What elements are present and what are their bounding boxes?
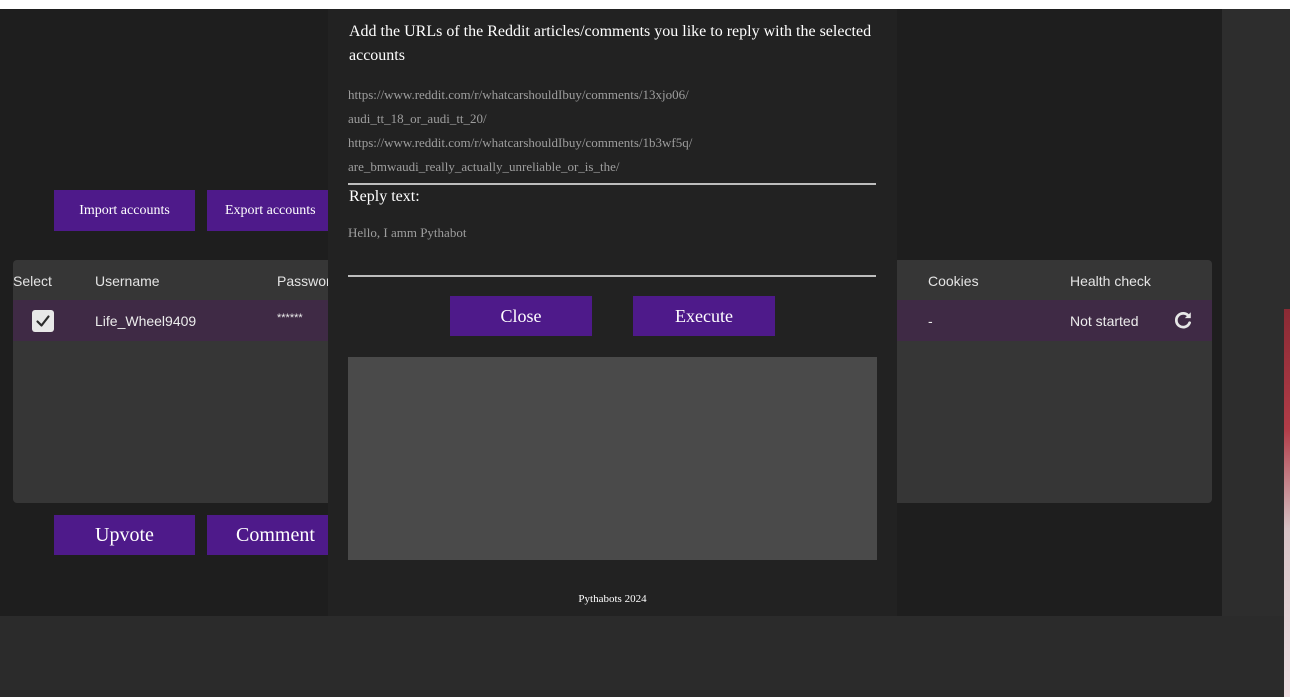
- reply-text-input[interactable]: [348, 223, 876, 277]
- footer-text: Pythabots 2024: [578, 593, 647, 605]
- screen-top-edge: [0, 0, 1290, 9]
- column-header-cookies: Cookies: [928, 273, 979, 289]
- check-icon: [36, 315, 50, 327]
- row-cookies: -: [928, 313, 933, 329]
- right-side-panel: [1222, 9, 1284, 616]
- column-header-username: Username: [95, 273, 160, 289]
- upvote-button[interactable]: Upvote: [54, 515, 195, 555]
- close-button[interactable]: Close: [450, 296, 592, 336]
- execute-button[interactable]: Execute: [633, 296, 775, 336]
- export-accounts-button[interactable]: Export accounts: [207, 190, 328, 231]
- column-header-select: Select: [13, 273, 52, 289]
- row-username: Life_Wheel9409: [95, 313, 197, 329]
- row-health-status: Not started: [1070, 313, 1139, 329]
- refresh-icon[interactable]: [1172, 309, 1194, 331]
- row-select-checkbox[interactable]: [32, 310, 54, 332]
- reply-text-label: Reply text:: [349, 188, 420, 205]
- row-password: ******: [277, 312, 303, 324]
- urls-input[interactable]: [348, 83, 876, 185]
- output-log-area[interactable]: [348, 357, 877, 560]
- column-header-password: Passwor: [277, 273, 331, 289]
- import-accounts-button[interactable]: Import accounts: [54, 190, 195, 231]
- reply-dialog: Add the URLs of the Reddit articles/comm…: [328, 9, 897, 616]
- background-window-edge: [1284, 9, 1290, 697]
- column-header-health-check: Health check: [1070, 273, 1151, 289]
- comment-button[interactable]: Comment: [207, 515, 328, 555]
- dialog-title: Add the URLs of the Reddit articles/comm…: [349, 23, 872, 64]
